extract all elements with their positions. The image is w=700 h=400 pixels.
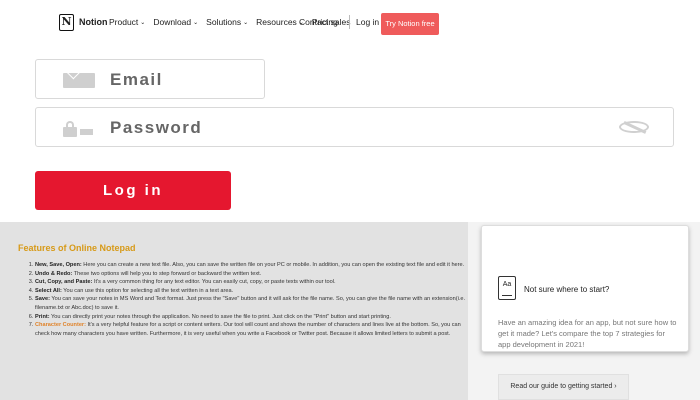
font-aa-icon: Aa xyxy=(498,276,516,300)
chevron-down-icon: ⌄ xyxy=(193,20,199,26)
login-button[interactable]: Log in xyxy=(35,171,231,210)
notion-logo-icon[interactable]: N xyxy=(59,14,74,31)
brand-name[interactable]: Notion xyxy=(79,17,108,27)
nav-divider xyxy=(349,15,350,29)
nav-item-product[interactable]: Product ⌄ xyxy=(109,17,145,27)
promo-title: Not sure where to start? xyxy=(524,285,610,294)
list-item: Save: You can save your notes in MS Word… xyxy=(35,295,475,312)
list-item: Undo & Redo: These two options will help… xyxy=(35,270,475,279)
nav-item-solutions[interactable]: Solutions ⌄ xyxy=(206,17,248,27)
list-item: Character Counter: It's a very helpful f… xyxy=(35,321,475,338)
email-placeholder: Email xyxy=(110,70,163,89)
nav-item-resources[interactable]: Resources ⌄ xyxy=(256,17,304,27)
list-item: Select All: You can use this option for … xyxy=(35,287,475,296)
read-guide-button[interactable]: Read our guide to getting started › xyxy=(498,374,629,400)
mail-icon xyxy=(63,73,95,88)
features-section: Features of Online Notepad New, Save, Op… xyxy=(0,222,468,400)
features-title: Features of Online Notepad xyxy=(18,243,136,253)
chevron-down-icon: ⌄ xyxy=(140,20,146,26)
chevron-down-icon: ⌄ xyxy=(243,20,249,26)
login-link[interactable]: Log in xyxy=(356,17,379,27)
password-placeholder: Password xyxy=(110,118,203,137)
nav-item-download[interactable]: Download ⌄ xyxy=(153,17,198,27)
contact-sales-link[interactable]: Contact sales xyxy=(299,17,351,27)
promo-card[interactable]: Aa Not sure where to start? Have an amaz… xyxy=(481,225,689,352)
promo-text: Have an amazing idea for an app, but not… xyxy=(498,318,677,349)
eye-slash-icon[interactable] xyxy=(617,119,651,135)
list-item: New, Save, Open: Here you can create a n… xyxy=(35,261,475,270)
try-notion-free-button[interactable]: Try Notion free xyxy=(381,13,439,35)
list-item: Print: You can directly print your notes… xyxy=(35,313,475,322)
email-field[interactable]: Email xyxy=(35,59,265,99)
lock-icon xyxy=(63,121,93,137)
features-list: New, Save, Open: Here you can create a n… xyxy=(18,261,475,338)
password-field[interactable]: Password xyxy=(35,107,674,147)
top-navbar: N Notion Product ⌄ Download ⌄ Solutions ⌄ R… xyxy=(0,0,700,46)
list-item: Cut, Copy, and Paste: It's a very common… xyxy=(35,278,475,287)
